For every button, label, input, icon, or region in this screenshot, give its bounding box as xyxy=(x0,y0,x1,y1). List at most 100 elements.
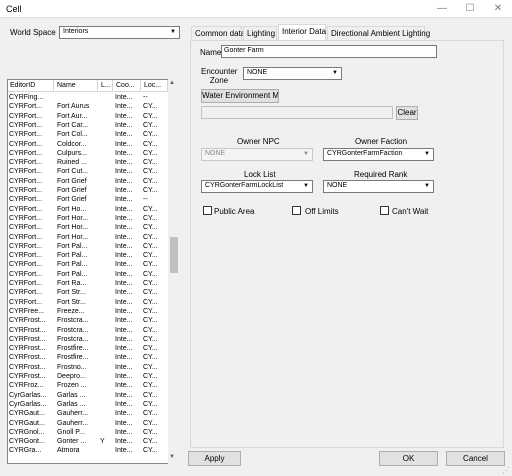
list-row[interactable]: CYRGnol... Gnoll P... Inte... CY... xyxy=(8,428,168,437)
cancel-button[interactable]: Cancel xyxy=(446,451,505,466)
lock-list-label: Lock List xyxy=(244,170,276,179)
water-environment-button[interactable]: Water Environment Ma xyxy=(201,89,279,103)
list-cell: CYRGaut... xyxy=(9,419,45,427)
tab-common-data[interactable]: Common data xyxy=(191,26,245,40)
owner-faction-dropdown[interactable]: CYRGonterFarmFaction ▼ xyxy=(323,148,434,161)
close-button[interactable]: ✕ xyxy=(484,0,512,18)
window-title: Cell xyxy=(6,4,22,14)
list-row[interactable]: CYRFort... Fort Grief Inte... CY... xyxy=(8,186,168,195)
list-cell: Frostcra... xyxy=(57,335,89,343)
list-row[interactable]: CYRFort... Ruined ... Inte... CY... xyxy=(8,158,168,167)
list-row[interactable]: CyrGarlas... Garlas ... Inte... CY... xyxy=(8,400,168,409)
off-limits-checkbox[interactable] xyxy=(292,206,301,215)
list-row[interactable]: CYRFort... Culpurs... Inte... CY... xyxy=(8,149,168,158)
list-row[interactable]: CYRFort... Fort Hor... Inte... CY... xyxy=(8,233,168,242)
list-row[interactable]: CYRFrost... Frostfire... Inte... CY... xyxy=(8,353,168,362)
list-cell: CY... xyxy=(143,428,158,436)
tab-lighting[interactable]: Lighting xyxy=(243,26,277,40)
list-row[interactable]: CYRFort... Fort Pal... Inte... CY... xyxy=(8,251,168,260)
ok-button[interactable]: OK xyxy=(379,451,438,466)
list-cell: CYRFort... xyxy=(9,280,43,287)
list-cell: Fort Hor... xyxy=(57,214,89,222)
list-cell: CY... xyxy=(143,345,158,353)
name-field[interactable]: Gonter Farm xyxy=(221,45,437,58)
list-row[interactable]: CYRFort... Fort Col... Inte... CY... xyxy=(8,130,168,139)
list-cell: CYRGont... xyxy=(9,438,45,446)
scroll-up-icon[interactable]: ▲ xyxy=(169,80,175,86)
minimize-button[interactable]: — xyxy=(428,0,456,18)
list-cell: Inte... xyxy=(115,131,133,139)
column-header-name[interactable]: Name xyxy=(55,80,98,92)
column-header-l[interactable]: L... xyxy=(99,80,113,92)
list-row[interactable]: CYRFort... Fort Grief Inte... CY... xyxy=(8,177,168,186)
list-row[interactable]: CYRFort... Fort Pal... Inte... CY... xyxy=(8,270,168,279)
list-row[interactable]: CYRFort... Fort Str... Inte... CY... xyxy=(8,288,168,297)
list-row[interactable]: CYRFort... Fort Grief Inte... -- xyxy=(8,195,168,204)
tab-directional-ambient-lighting[interactable]: Directional Ambient Lighting xyxy=(327,26,430,40)
list-cell: Fort Ho... xyxy=(57,205,87,213)
list-cell: CY... xyxy=(143,103,158,111)
list-row[interactable]: CYRGont... Gonter ... Y Inte... CY... xyxy=(8,437,168,446)
list-row[interactable]: CYRFroz... Frozen ... Inte... CY... xyxy=(8,381,168,390)
chevron-down-icon: ▼ xyxy=(170,29,176,35)
public-area-checkbox[interactable] xyxy=(203,206,212,215)
column-header-coords[interactable]: Coo... xyxy=(114,80,141,92)
list-row[interactable]: CYRFrost... Frostcra... Inte... CY... xyxy=(8,316,168,325)
list-row[interactable]: CYRFrost... Frostno... Inte... CY... xyxy=(8,363,168,372)
list-row[interactable]: CYRFort... Fort Hor... Inte... CY... xyxy=(8,214,168,223)
list-row[interactable]: CYRFort... Fort Aurus Inte... CY... xyxy=(8,102,168,111)
list-cell: Inte... xyxy=(115,159,133,167)
list-row[interactable]: CYRGra... Atmora Inte... CY... xyxy=(8,446,168,455)
apply-button[interactable]: Apply xyxy=(188,451,241,466)
list-row[interactable]: CYRFing... Inte... -- xyxy=(8,93,168,102)
list-row[interactable]: CYRFort... Coldcor... Inte... CY... xyxy=(8,140,168,149)
list-row[interactable]: CYRFree... Freeze... Inte... CY... xyxy=(8,307,168,316)
list-cell: Frostno... xyxy=(57,363,87,371)
list-cell: Gonter ... xyxy=(57,438,87,446)
list-cell: CY... xyxy=(143,224,158,232)
owner-faction-value: CYRGonterFarmFaction xyxy=(327,150,403,157)
list-row[interactable]: CYRFort... Fort Ho... Inte... CY... xyxy=(8,205,168,214)
scroll-down-icon[interactable]: ▼ xyxy=(169,454,175,460)
list-cell: CY... xyxy=(143,391,158,399)
required-rank-dropdown[interactable]: NONE ▼ xyxy=(323,180,434,193)
list-row[interactable]: CYRFort... Fort Ra... Inte... CY... xyxy=(8,279,168,288)
list-row[interactable]: CYRGaut... Gauherr... Inte... CY... xyxy=(8,419,168,428)
resize-grip-icon[interactable]: ⋰ xyxy=(502,466,510,475)
chevron-down-icon: ▼ xyxy=(424,151,430,157)
encounter-zone-dropdown[interactable]: NONE ▼ xyxy=(243,67,342,80)
list-row[interactable]: CYRGaut... Gauherr... Inte... CY... xyxy=(8,409,168,418)
water-environment-field[interactable] xyxy=(201,106,393,119)
column-header-editorid[interactable]: EditorID xyxy=(8,80,54,92)
cant-wait-checkbox[interactable] xyxy=(380,206,389,215)
scrollbar-thumb[interactable] xyxy=(170,237,178,274)
list-row[interactable]: CYRFort... Fort Aur... Inte... CY... xyxy=(8,112,168,121)
tab-interior-data[interactable]: Interior Data xyxy=(278,24,326,41)
list-row[interactable]: CyrGarlas... Garlas ... Inte... CY... xyxy=(8,391,168,400)
list-row[interactable]: CYRFrost... Frostcra... Inte... CY... xyxy=(8,335,168,344)
list-row[interactable]: CYRFrost... Deepro... Inte... CY... xyxy=(8,372,168,381)
list-row[interactable]: CYRFrost... Frostcra... Inte... CY... xyxy=(8,326,168,335)
cell-list[interactable]: EditorID Name L... Coo... Loc... CYRFing… xyxy=(7,79,179,464)
list-row[interactable]: CYRFort... Fort Str... Inte... CY... xyxy=(8,298,168,307)
list-cell: CY... xyxy=(143,400,158,408)
owner-npc-dropdown[interactable]: NONE ▼ xyxy=(201,148,313,161)
list-row[interactable]: CYRFort... Fort Car... Inte... CY... xyxy=(8,121,168,130)
column-header-location[interactable]: Loc... xyxy=(142,80,168,92)
list-cell: Inte... xyxy=(115,224,133,232)
name-label: Name xyxy=(200,48,222,57)
list-cell: CyrGarlas... xyxy=(9,391,47,399)
world-space-dropdown[interactable]: Interiors ▼ xyxy=(59,26,180,39)
list-scrollbar[interactable]: ▲ ▼ xyxy=(168,79,179,464)
list-row[interactable]: CYRFort... Fort Pal... Inte... CY... xyxy=(8,260,168,269)
clear-button[interactable]: Clear xyxy=(396,106,418,120)
list-cell: Coldcor... xyxy=(57,140,87,148)
list-row[interactable]: CYRFort... Fort Cut... Inte... CY... xyxy=(8,167,168,176)
list-cell: CYRFing... xyxy=(9,94,44,101)
lock-list-dropdown[interactable]: CYRGonterFarmLockList ▼ xyxy=(201,180,313,193)
list-row[interactable]: CYRFort... Fort Hor... Inte... CY... xyxy=(8,223,168,232)
list-cell: Inte... xyxy=(115,391,133,399)
list-row[interactable]: CYRFrost... Frostfire... Inte... CY... xyxy=(8,344,168,353)
list-row[interactable]: CYRFort... Fort Pal... Inte... CY... xyxy=(8,242,168,251)
maximize-button[interactable]: ☐ xyxy=(456,0,484,18)
